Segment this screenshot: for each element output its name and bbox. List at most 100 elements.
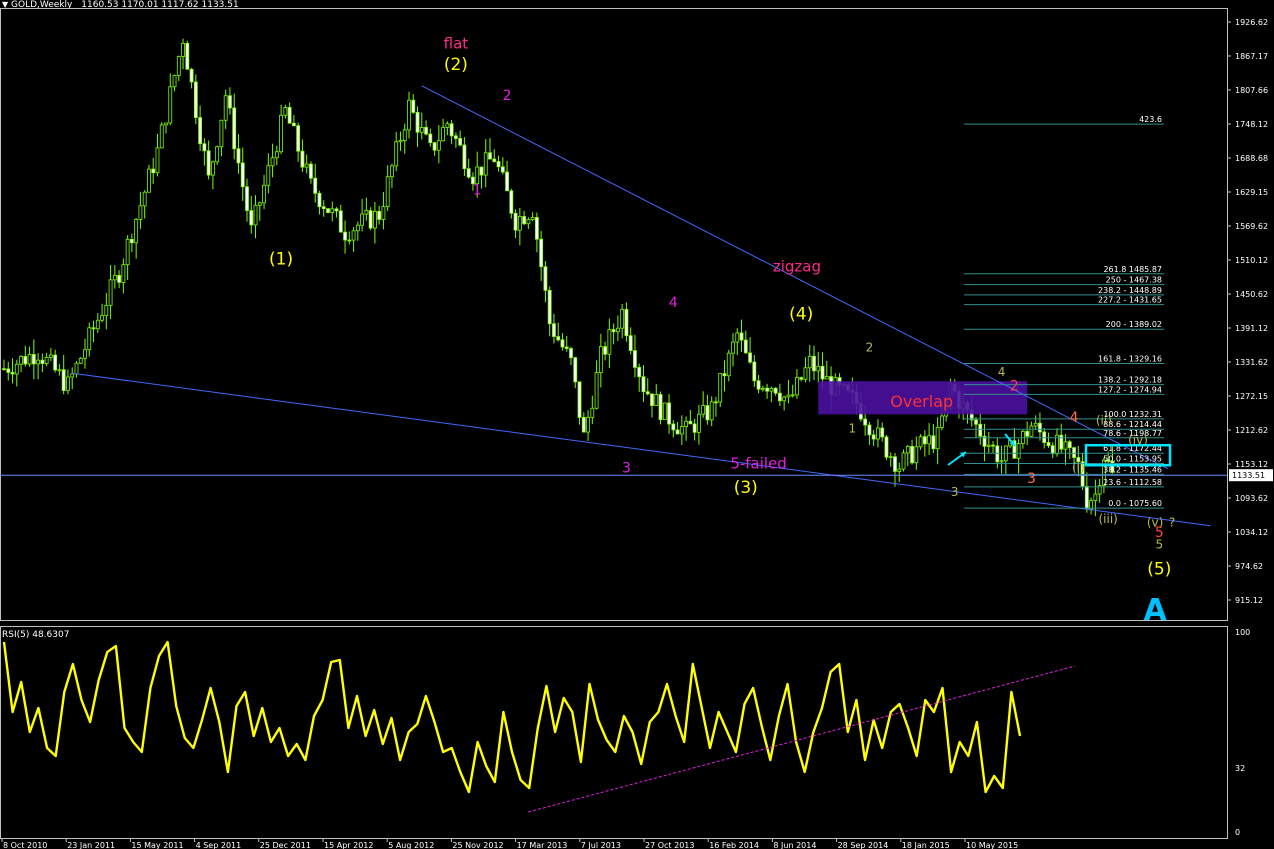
fib-label: 238.2 - 1448.89 [1098,286,1162,295]
price-panel-border [0,8,1228,621]
candle-body [598,346,603,374]
fib-label: 100.0 1232.31 [1103,410,1162,419]
candle-body [492,158,497,162]
wave-label: 5 [1155,538,1163,552]
candle-body [351,230,356,241]
candle-body [931,435,936,450]
candle-body [918,436,923,448]
candle-body [483,152,488,176]
candle-body [19,356,23,365]
candle-body [876,427,880,440]
time-tick-label: 27 Oct 2013 [645,841,694,849]
candle-body [684,420,689,428]
candle-body [675,429,680,435]
candles [2,38,1115,517]
candle-body [726,352,731,377]
candle-body [466,168,471,178]
candle-body [530,217,535,221]
candle-body [974,419,978,425]
candle-body [615,327,620,333]
candle-body [475,166,480,185]
candle-body [381,206,386,220]
time-tick-label: 15 Apr 2012 [324,841,373,849]
candle-body [193,81,198,118]
candle-body [138,205,143,220]
candle-body [66,376,70,391]
candle-body [270,157,275,167]
rsi-level-label: 32 [1235,764,1245,773]
price-tick-label: 1034.12 [1235,528,1268,537]
candle-body [419,127,424,133]
candle-body [449,123,454,137]
candle-body [777,392,782,402]
candle-body [185,42,190,70]
candle-body [23,356,28,365]
candle-body [1016,443,1021,459]
candle-body [910,446,914,464]
candle-body [496,161,501,168]
candle-body [1050,445,1055,455]
price-chart[interactable]: Overlap 1133.51 423.6 261.8 1485.87 250 - 1… [0,0,1274,849]
candle-body [6,368,11,373]
candle-body [87,327,92,351]
candle-body [628,335,633,351]
time-axis: 8 Oct 2010 23 Jan 2011 15 May 2011 4 Sep 20… [1,838,1018,849]
wave-label: 4 [998,365,1006,379]
candle-body [995,445,1000,463]
price-tick-label: 1926.62 [1235,18,1268,27]
candle-body [147,168,151,193]
candle-body [168,86,173,124]
price-tick-label: 1450.62 [1235,290,1268,299]
candle-body [739,332,744,341]
time-tick-label: 18 Jan 2015 [902,841,950,849]
candle-body [534,217,539,240]
time-tick-label: 5 Aug 2012 [388,841,434,849]
candle-body [228,95,232,109]
candle-body [206,150,211,176]
price-tick-label: 1391.12 [1235,324,1268,333]
candle-body [74,362,79,375]
candle-body [526,219,531,225]
candle-body [121,264,126,283]
candle-body [338,210,343,233]
candle-body [662,402,667,421]
candle-body [986,444,991,447]
candle-body [36,359,41,365]
candle-body [317,192,322,208]
fib-label: 127.2 - 1274.94 [1098,385,1162,394]
candle-body [198,117,203,145]
candle-body [1033,422,1038,427]
candle-body [283,107,288,116]
candle-body [155,147,160,174]
candle-body [939,415,944,428]
candle-body [1042,431,1047,443]
wave-label: (4) [789,304,813,324]
time-tick-label: 8 Oct 2010 [3,841,47,849]
time-tick-label: 4 Sep 2011 [196,841,242,849]
candle-body [78,357,83,364]
candle-body [249,210,254,226]
wave-label: (5) [1147,559,1171,579]
candle-body [31,354,36,365]
candle-body [321,206,326,210]
time-tick-label: 8 Jun 2014 [773,841,816,849]
candle-body [701,405,706,415]
upper-trendline [421,85,1169,470]
candle-body [164,122,168,126]
price-tick-label: 1272.15 [1235,392,1268,401]
price-tick-label: 1153.12 [1235,460,1268,469]
wave-label: 3 [1027,471,1036,487]
candle-body [287,107,292,124]
candle-body [40,359,45,364]
fib-label: 261.8 1485.87 [1103,265,1162,274]
candle-body [172,75,177,88]
wave-label: 3 [622,461,631,477]
rsi-level-label: 0 [1235,828,1240,837]
time-tick-label: 17 Mar 2013 [517,841,568,849]
candle-body [564,346,569,349]
candle-body [262,184,266,204]
time-tick-label: 7 Jul 2013 [581,841,621,849]
wave-label: 2 [503,88,512,104]
candle-body [884,436,889,458]
candle-body [645,391,650,395]
